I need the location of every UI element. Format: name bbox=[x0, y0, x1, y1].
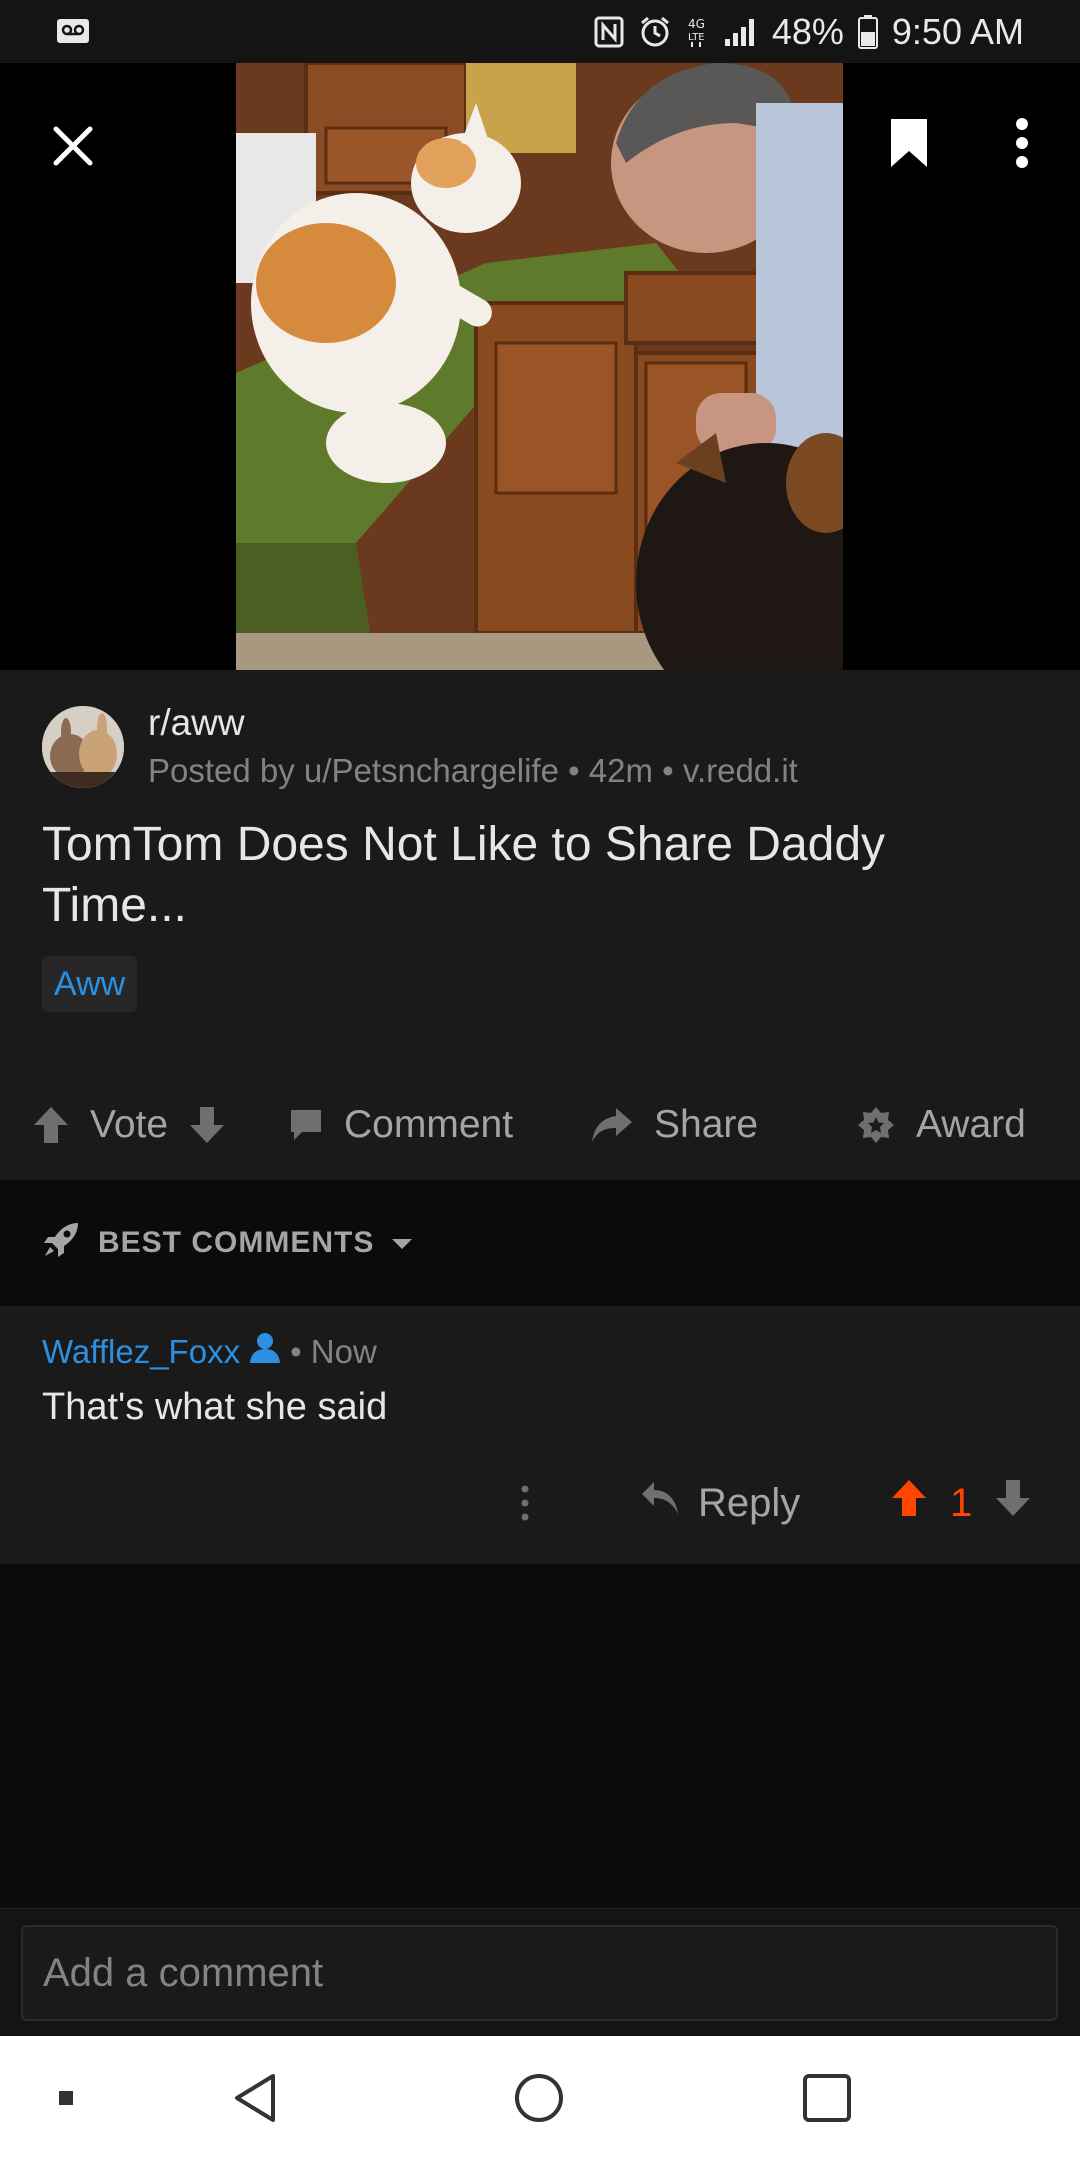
reply-label: Reply bbox=[698, 1480, 801, 1525]
signal-icon bbox=[724, 17, 758, 47]
reply-icon bbox=[640, 1480, 680, 1526]
system-nav-bar bbox=[0, 2036, 1080, 2160]
clock: 9:50 AM bbox=[891, 10, 1024, 52]
chevron-down-icon bbox=[390, 1226, 414, 1260]
upvote-icon[interactable] bbox=[32, 1105, 70, 1145]
video-player[interactable] bbox=[0, 63, 1080, 670]
battery-icon bbox=[857, 14, 878, 49]
back-icon[interactable] bbox=[210, 2036, 300, 2160]
more-vertical-icon[interactable] bbox=[996, 103, 1048, 183]
comment-label: Comment bbox=[344, 1103, 514, 1146]
nfc-icon bbox=[594, 16, 624, 48]
comment-vote-control: 1 bbox=[890, 1456, 1032, 1550]
share-button[interactable]: Share bbox=[590, 1070, 758, 1180]
comment-sort-selector[interactable]: BEST COMMENTS bbox=[0, 1180, 1080, 1306]
comment-actions: Reply 1 bbox=[0, 1456, 1080, 1550]
op-user-icon bbox=[248, 1332, 282, 1372]
svg-text:LTE: LTE bbox=[688, 32, 705, 43]
recents-icon[interactable] bbox=[782, 2036, 872, 2160]
lte-icon: 4G LTE bbox=[686, 16, 710, 48]
award-label: Award bbox=[916, 1103, 1026, 1146]
downvote-icon[interactable] bbox=[188, 1105, 226, 1145]
award-icon bbox=[856, 1105, 896, 1145]
comment-body: That's what she said bbox=[42, 1386, 388, 1428]
voicemail-icon bbox=[56, 11, 90, 53]
award-button[interactable]: Award bbox=[856, 1070, 1026, 1180]
share-label: Share bbox=[654, 1103, 759, 1146]
vote-control: Vote bbox=[32, 1070, 226, 1180]
add-comment-bar bbox=[0, 1908, 1080, 2036]
post-flair[interactable]: Aww bbox=[42, 956, 138, 1012]
sort-label: BEST COMMENTS bbox=[98, 1226, 375, 1259]
comment-author[interactable]: Wafflez_Foxx bbox=[42, 1333, 240, 1371]
subreddit-avatar[interactable] bbox=[42, 706, 124, 788]
home-icon[interactable] bbox=[494, 2036, 584, 2160]
comment-item: Wafflez_Foxx • Now That's what she said … bbox=[0, 1306, 1080, 1564]
reply-button[interactable]: Reply bbox=[640, 1456, 800, 1550]
nav-dot-icon bbox=[46, 2036, 86, 2160]
comment-time: • Now bbox=[290, 1333, 377, 1370]
comment-more-icon[interactable] bbox=[520, 1456, 530, 1550]
svg-text:4G: 4G bbox=[688, 17, 705, 31]
post-card: r/aww Posted by u/Petsnchargelife • 42m … bbox=[0, 670, 1080, 1180]
alarm-icon bbox=[638, 15, 672, 49]
comment-upvote-icon[interactable] bbox=[890, 1478, 928, 1528]
comment-button[interactable]: Comment bbox=[288, 1070, 513, 1180]
comment-downvote-icon[interactable] bbox=[994, 1478, 1032, 1528]
subreddit-name[interactable]: r/aww bbox=[148, 702, 245, 744]
post-meta: Posted by u/Petsnchargelife • 42m • v.re… bbox=[148, 752, 798, 789]
status-bar: 4G LTE 48% 9:50 AM bbox=[0, 0, 1080, 63]
rocket-icon bbox=[42, 1219, 82, 1267]
close-icon[interactable] bbox=[40, 113, 106, 179]
comment-icon bbox=[288, 1107, 324, 1143]
post-title: TomTom Does Not Like to Share Daddy Time… bbox=[42, 818, 886, 932]
share-icon bbox=[590, 1106, 634, 1144]
comments-empty-space bbox=[0, 1564, 1080, 1908]
battery-percent: 48% bbox=[771, 10, 844, 52]
add-comment-input[interactable] bbox=[21, 1925, 1058, 2021]
comment-header: Wafflez_Foxx • Now bbox=[42, 1332, 377, 1372]
post-action-bar: Vote Comment Share Award bbox=[0, 1070, 1080, 1180]
bookmark-icon[interactable] bbox=[876, 103, 942, 183]
comment-score: 1 bbox=[950, 1480, 973, 1525]
video-thumbnail[interactable] bbox=[236, 63, 843, 670]
vote-label: Vote bbox=[90, 1103, 169, 1146]
